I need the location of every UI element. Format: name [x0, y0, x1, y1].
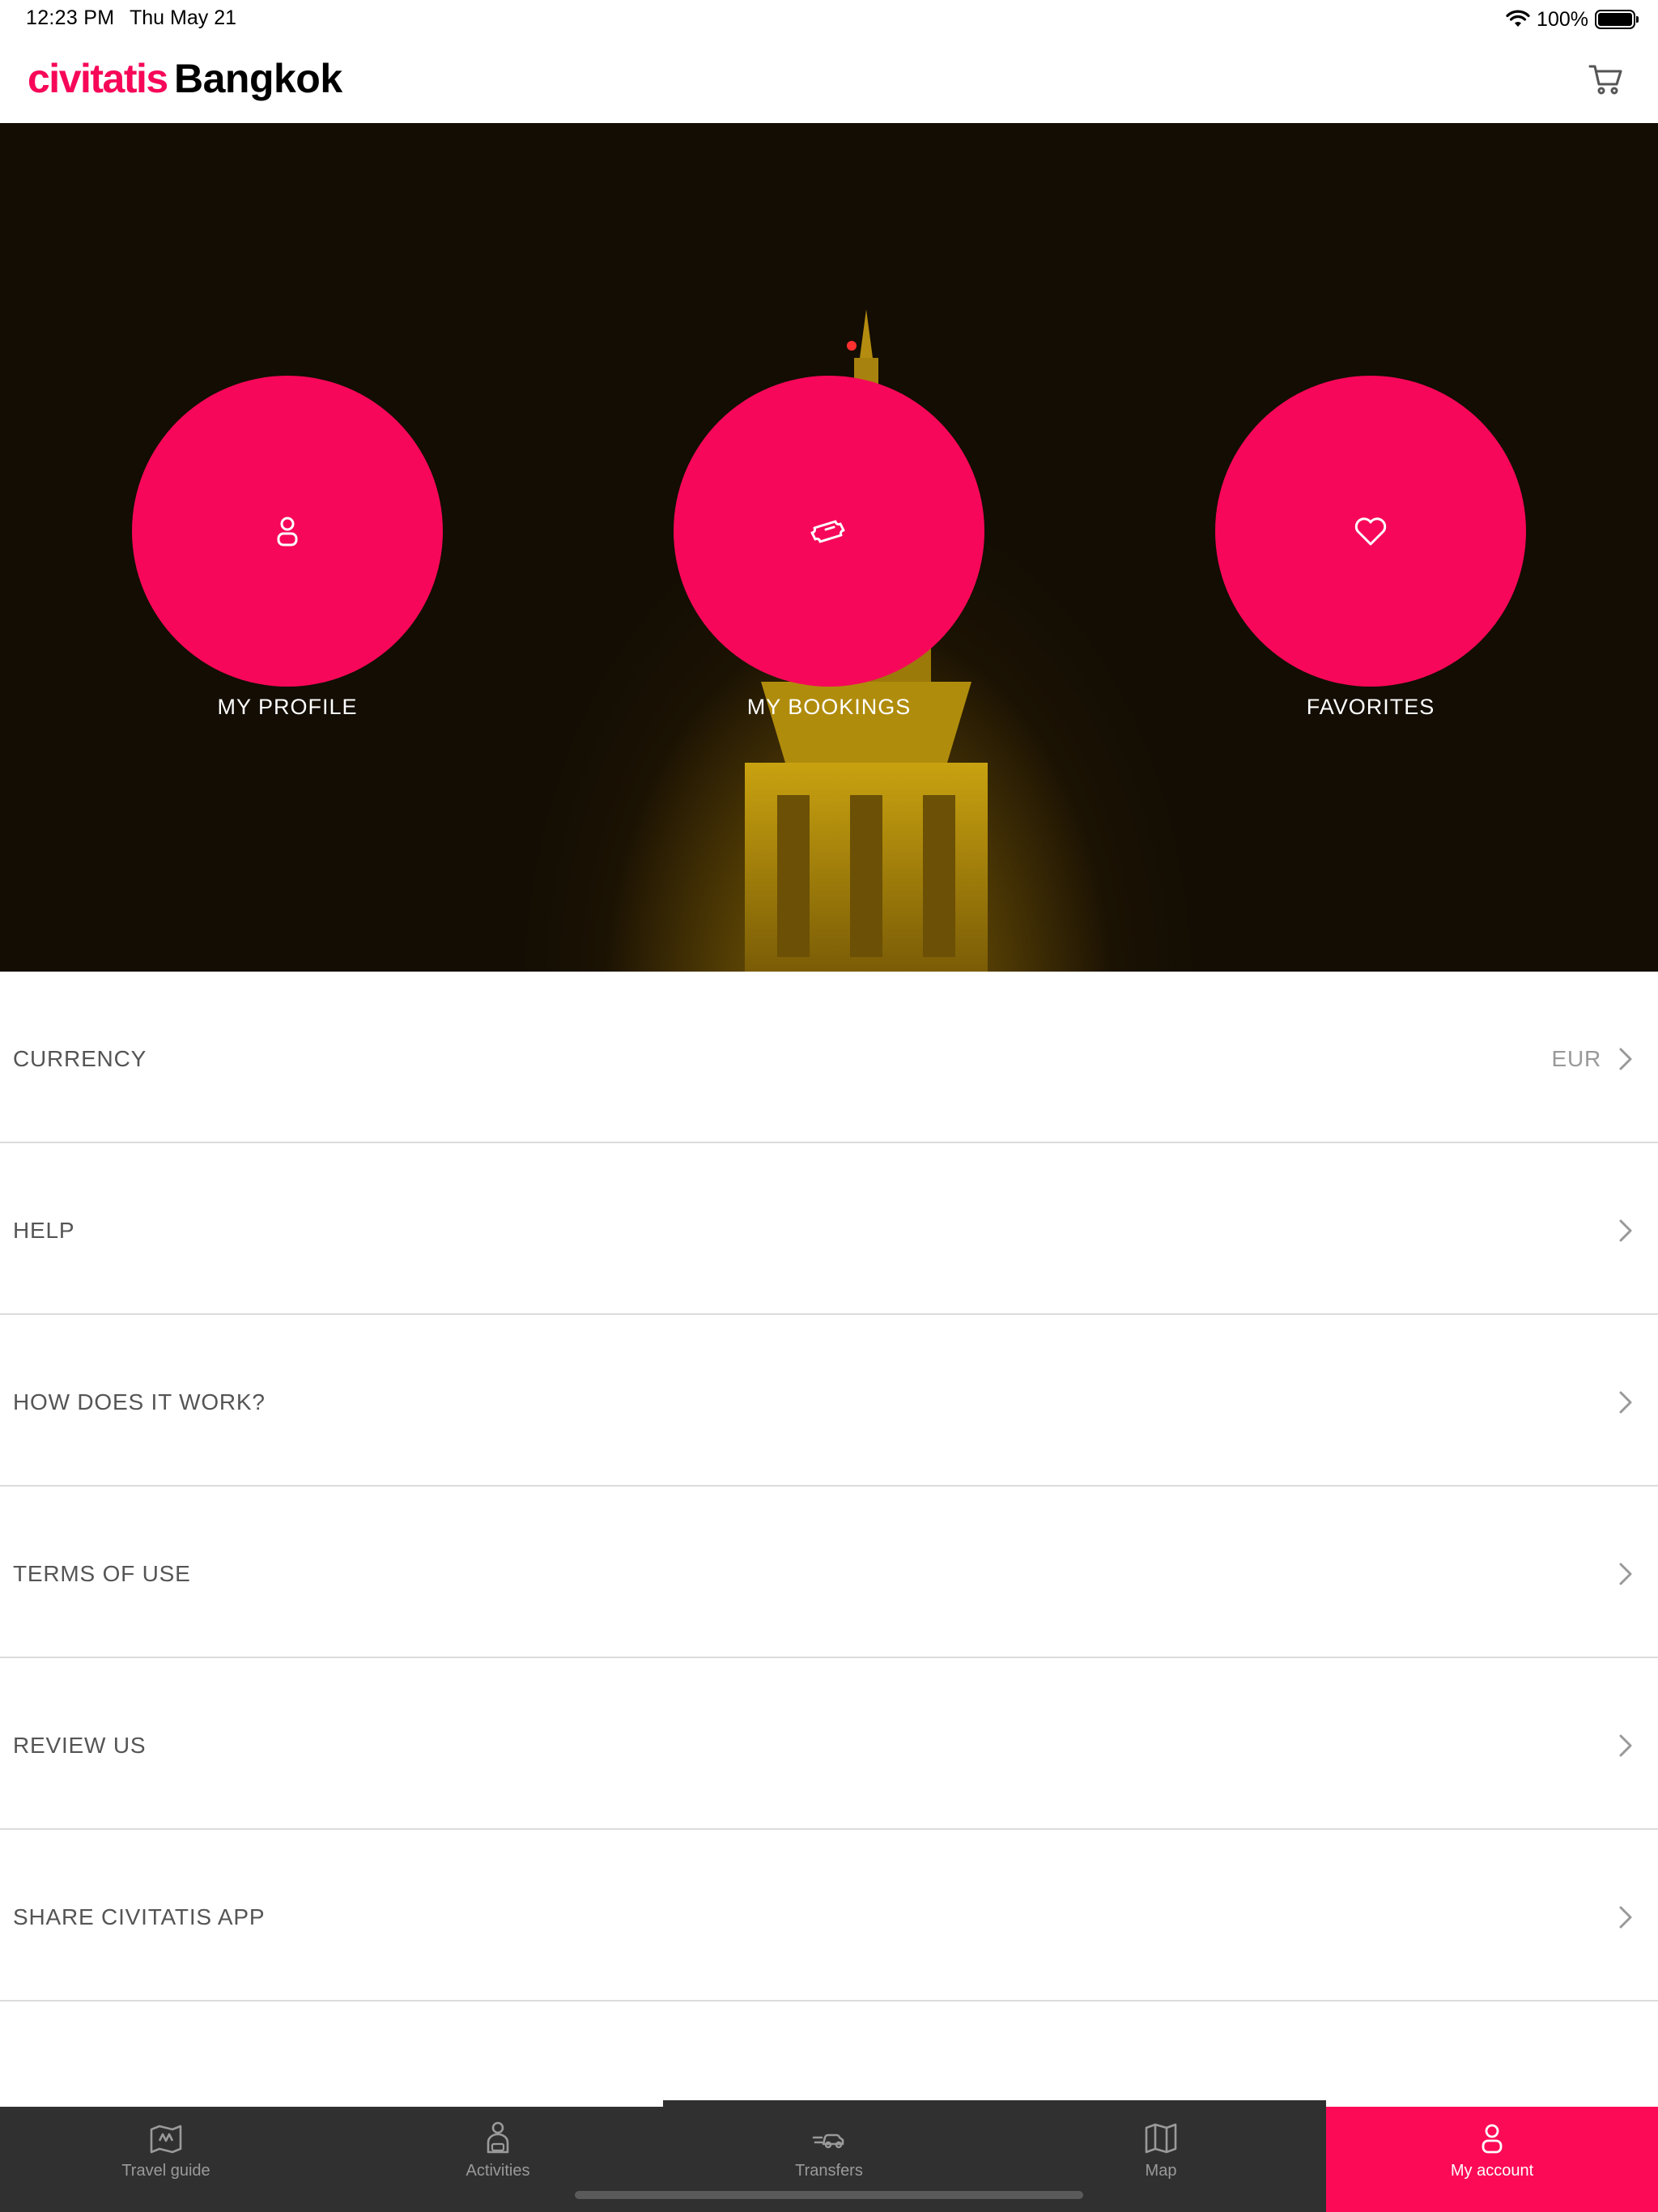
tab-label: Transfers [795, 2162, 863, 2180]
tab-travel-guide[interactable]: Travel guide [0, 2107, 332, 2212]
activities-icon [487, 2121, 509, 2154]
currency-value: EUR [1551, 1046, 1601, 1071]
my-bookings-label: MY BOOKINGS [746, 695, 912, 719]
tab-label: My account [1450, 2162, 1534, 2180]
map-icon [1145, 2123, 1177, 2154]
menu-item-label: HELP [13, 1218, 75, 1243]
menu-item-share-app[interactable]: SHARE CIVITATIS APP [0, 1830, 1658, 2001]
menu-item-label: HOW DOES IT WORK? [13, 1389, 266, 1414]
chevron-right-icon [1619, 1048, 1632, 1070]
chevron-right-icon [1619, 1734, 1632, 1757]
chevron-right-icon [1619, 1219, 1632, 1242]
favorites-button[interactable]: FAVORITES [1215, 376, 1526, 720]
heart-icon [1354, 517, 1387, 546]
user-icon [277, 517, 298, 547]
my-profile-button[interactable]: MY PROFILE [132, 376, 443, 720]
app-header: civitatis Bangkok [0, 39, 1658, 123]
chevron-right-icon [1619, 1906, 1632, 1929]
civitatis-logo[interactable]: civitatis [28, 55, 168, 102]
ticket-icon [810, 520, 845, 543]
status-indicators: 100% [1506, 6, 1639, 32]
status-date: Thu May 21 [130, 6, 237, 29]
menu-item-label: SHARE CIVITATIS APP [13, 1904, 266, 1929]
my-profile-label: MY PROFILE [217, 695, 358, 719]
status-time: 12:23 PM [26, 6, 115, 29]
tab-label: Activities [466, 2162, 530, 2180]
tab-label: Map [1145, 2162, 1177, 2180]
menu-item-terms-of-use[interactable]: TERMS OF USE [0, 1487, 1658, 1658]
menu-item-review-us[interactable]: REVIEW US [0, 1658, 1658, 1830]
wifi-icon [1506, 10, 1530, 27]
my-bookings-button[interactable]: MY BOOKINGS [674, 376, 984, 720]
tab-bar-highlight [663, 2100, 1326, 2107]
settings-menu: CURRENCY EUR HELP HOW DOES IT WORK? TERM… [0, 972, 1658, 2001]
chevron-right-icon [1619, 1563, 1632, 1585]
transfers-icon [812, 2133, 844, 2149]
map-guide-icon [150, 2125, 182, 2154]
user-icon [1482, 2124, 1503, 2154]
menu-item-label: CURRENCY [13, 1046, 147, 1071]
cart-icon[interactable] [1587, 60, 1626, 99]
status-bar: 12:23 PM Thu May 21 100% [0, 0, 1658, 39]
hero-banner: MY PROFILE MY BOOKINGS FAVORITES [0, 123, 1658, 972]
battery-percent: 100% [1537, 7, 1588, 31]
menu-item-label: REVIEW US [13, 1733, 147, 1758]
menu-item-currency[interactable]: CURRENCY EUR [0, 972, 1658, 1143]
home-indicator[interactable] [575, 2191, 1083, 2199]
favorites-label: FAVORITES [1306, 695, 1435, 719]
tab-my-account[interactable]: My account [1326, 2107, 1658, 2212]
battery-icon [1595, 10, 1639, 29]
menu-item-help[interactable]: HELP [0, 1143, 1658, 1315]
city-title: Bangkok [174, 56, 342, 101]
menu-item-label: TERMS OF USE [13, 1561, 191, 1586]
chevron-right-icon [1619, 1391, 1632, 1414]
menu-item-how-it-works[interactable]: HOW DOES IT WORK? [0, 1315, 1658, 1487]
tab-label: Travel guide [121, 2162, 210, 2180]
